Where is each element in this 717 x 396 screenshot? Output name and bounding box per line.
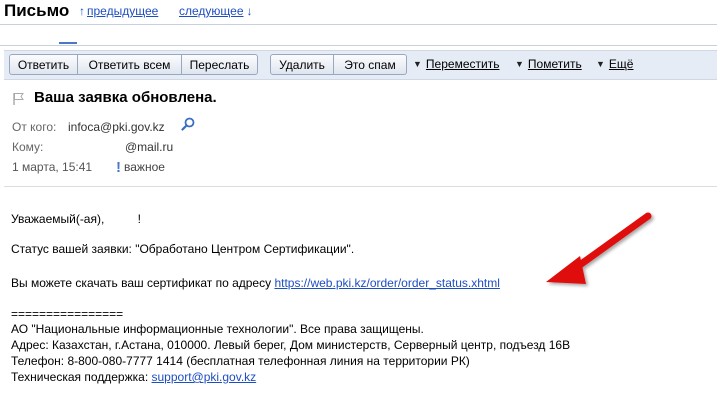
dropdown-triangle-icon: ▼	[515, 59, 524, 69]
to-domain: @mail.ru	[125, 140, 174, 154]
signature-line-2: Адрес: Казахстан, г.Астана, 010000. Левы…	[11, 338, 571, 352]
to-address: @mail.ru	[68, 140, 173, 154]
status-line: Статус вашей заявки: "Обработано Центром…	[11, 242, 355, 256]
support-email-link[interactable]: support@pki.gov.kz	[152, 370, 257, 384]
page-title: Письмо	[4, 1, 70, 20]
more-dropdown[interactable]: ▼ Ещё	[596, 57, 633, 71]
greeting-end: !	[137, 212, 141, 226]
download-line: Вы можете скачать ваш сертификат по адре…	[11, 276, 500, 290]
from-address[interactable]: infoca@pki.gov.kz	[68, 120, 165, 134]
dropdown-triangle-icon: ▼	[596, 59, 605, 69]
move-dropdown[interactable]: ▼ Переместить	[413, 57, 499, 71]
separator: ================	[11, 307, 124, 321]
active-tab-indicator	[59, 42, 77, 44]
search-icon[interactable]	[181, 117, 195, 131]
redacted-name	[107, 214, 138, 226]
message-toolbar: Ответить Ответить всем Переслать Удалить…	[4, 50, 717, 80]
arrow-up-icon: ↑	[79, 4, 85, 18]
dropdown-triangle-icon: ▼	[413, 59, 422, 69]
mark-label: Пометить	[527, 57, 582, 71]
message-subject: Ваша заявка обновлена.	[34, 89, 217, 106]
mark-dropdown[interactable]: ▼ Пометить	[515, 57, 582, 71]
flag-icon[interactable]	[12, 92, 26, 106]
to-label: Кому:	[12, 140, 44, 154]
reply-button[interactable]: Ответить	[9, 54, 78, 75]
signature-line-1: АО "Национальные информационные технолог…	[11, 322, 424, 336]
important-marker[interactable]: ! важное	[116, 158, 165, 176]
next-message-link[interactable]: следующее ↓	[179, 4, 255, 18]
signature-line-3: Телефон: 8-800-080-7777 1414 (бесплатная…	[11, 354, 470, 368]
important-label: важное	[124, 160, 165, 174]
more-label: Ещё	[608, 57, 634, 71]
arrow-down-icon: ↓	[246, 4, 253, 18]
move-label: Переместить	[425, 57, 500, 71]
from-label: От кого:	[12, 120, 57, 134]
forward-button[interactable]: Переслать	[182, 54, 258, 75]
reply-all-button[interactable]: Ответить всем	[78, 54, 182, 75]
delete-button[interactable]: Удалить	[270, 54, 334, 75]
annotation-arrow	[546, 212, 652, 284]
previous-message-link[interactable]: ↑ предыдущее	[79, 4, 158, 18]
header-divider	[4, 186, 717, 187]
certificate-link[interactable]: https://web.pki.kz/order/order_status.xh…	[274, 276, 499, 290]
message-date: 1 марта, 15:41	[12, 160, 93, 174]
spam-button[interactable]: Это спам	[334, 54, 407, 75]
support-label: Техническая поддержка:	[11, 370, 149, 384]
next-label: следующее	[179, 4, 244, 18]
header-strip	[0, 24, 717, 46]
support-line: Техническая поддержка: support@pki.gov.k…	[11, 370, 256, 384]
previous-label: предыдущее	[87, 4, 159, 18]
greeting-text: Уважаемый(-ая),	[11, 212, 105, 226]
important-icon: !	[116, 159, 121, 176]
download-text: Вы можете скачать ваш сертификат по адре…	[11, 276, 272, 290]
greeting: Уважаемый(-ая), !	[11, 212, 141, 226]
